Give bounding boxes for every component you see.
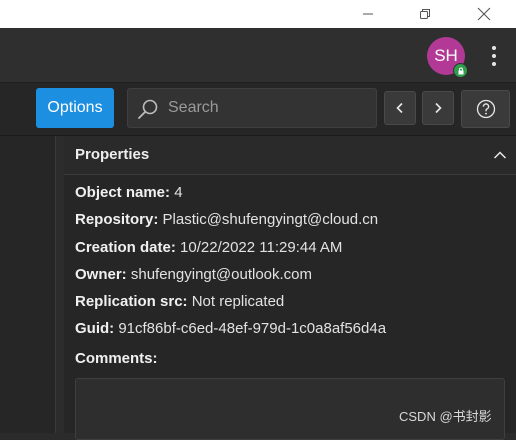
minimize-button[interactable] [348, 0, 388, 28]
chevron-right-icon [435, 102, 442, 114]
property-row-object-name: Object name: 4 [75, 184, 183, 201]
restore-icon [420, 9, 430, 19]
close-button[interactable] [464, 0, 504, 28]
comments-label: Comments: [75, 350, 158, 367]
search-input[interactable] [168, 89, 368, 127]
collapse-button[interactable] [490, 145, 510, 165]
property-label: Guid: [75, 320, 115, 337]
property-value: Plastic@shufengyingt@cloud.cn [162, 211, 379, 228]
search-box[interactable] [127, 88, 377, 128]
property-value: 4 [174, 184, 183, 201]
property-row-creation-date: Creation date: 10/22/2022 11:29:44 AM [75, 239, 342, 256]
window-title-bar [0, 0, 516, 28]
lock-icon [453, 63, 468, 78]
chevron-up-icon [493, 151, 507, 159]
property-label: Replication src: [75, 293, 188, 310]
chevron-left-icon [396, 102, 403, 114]
properties-panel: Properties Object name: 4 Repository: Pl… [64, 136, 516, 440]
toolbar: Options [0, 83, 516, 136]
close-icon [477, 7, 491, 21]
kebab-menu-icon [492, 46, 496, 50]
property-value: 91cf86bf-c6ed-48ef-979d-1c0a8af56d4a [118, 320, 387, 337]
left-pane [0, 136, 55, 433]
app-header: SH [0, 28, 516, 83]
comments-row: Comments: [75, 350, 158, 367]
property-value: Not replicated [191, 293, 285, 310]
options-button[interactable]: Options [36, 88, 114, 128]
property-value: 10/22/2022 11:29:44 AM [180, 239, 343, 256]
property-label: Owner: [75, 266, 127, 283]
property-label: Repository: [75, 211, 159, 228]
previous-button[interactable] [384, 91, 416, 125]
property-value: shufengyingt@outlook.com [130, 266, 313, 283]
properties-header[interactable]: Properties [64, 136, 516, 175]
watermark: CSDN @书封影 [399, 409, 492, 424]
next-button[interactable] [422, 91, 454, 125]
search-icon [138, 99, 158, 119]
restore-button[interactable] [405, 0, 445, 28]
property-label: Creation date: [75, 239, 176, 256]
properties-title: Properties [75, 146, 150, 163]
property-row-replication-src: Replication src: Not replicated [75, 293, 284, 310]
property-row-owner: Owner: shufengyingt@outlook.com [75, 266, 312, 283]
help-circle-icon [476, 99, 495, 119]
more-options-button[interactable] [484, 42, 504, 70]
help-button[interactable] [461, 90, 510, 128]
property-row-guid: Guid: 91cf86bf-c6ed-48ef-979d-1c0a8af56d… [75, 320, 386, 337]
property-label: Object name: [75, 184, 171, 201]
minimize-icon [363, 13, 373, 15]
property-row-repository: Repository: Plastic@shufengyingt@cloud.c… [75, 211, 378, 228]
